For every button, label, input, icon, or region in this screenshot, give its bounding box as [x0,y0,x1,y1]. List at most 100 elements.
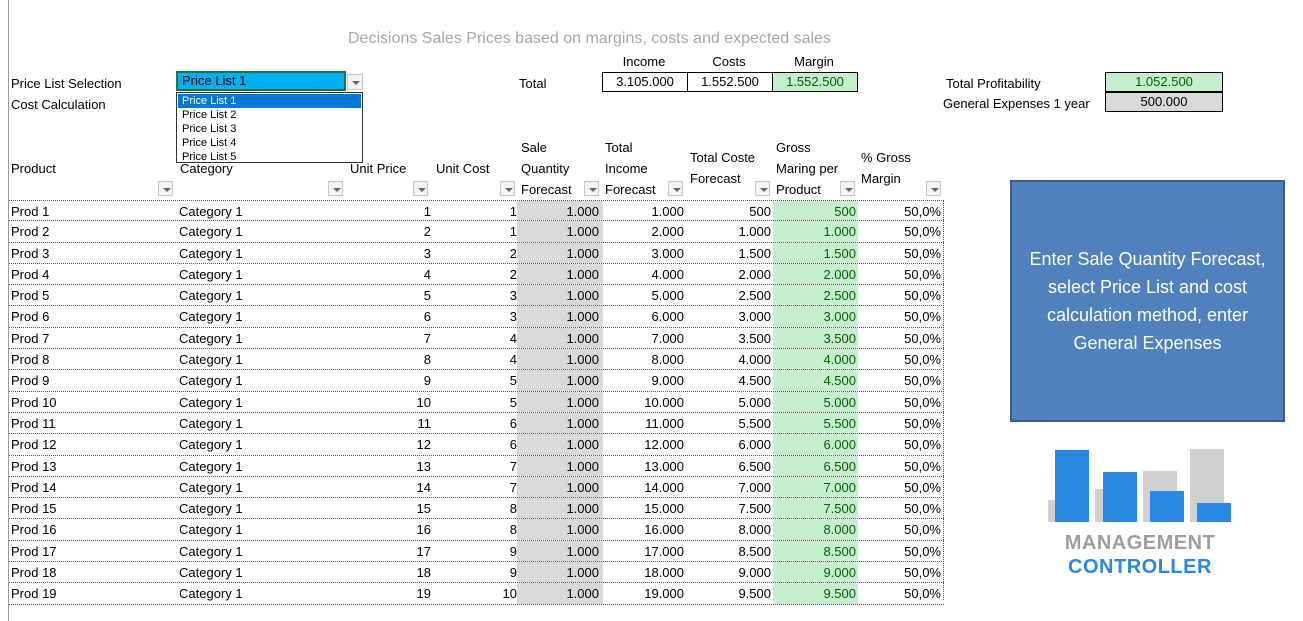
cell-pct-gross-margin[interactable]: 50,0% [858,221,943,241]
cell-pct-gross-margin[interactable]: 50,0% [858,285,943,305]
cell-total-income[interactable]: 4.000 [603,264,688,284]
cell-unit-price[interactable]: 6 [345,306,431,326]
cell-category[interactable]: Category 1 [179,201,339,220]
cell-unit-price[interactable]: 12 [345,434,431,454]
total-costs-value[interactable]: 1.552.500 [687,72,773,92]
total-profitability-value[interactable]: 1.052.500 [1105,72,1223,92]
cell-total-income[interactable]: 18.000 [603,562,688,582]
filter-unit-price-chevron-down-icon[interactable] [413,181,428,196]
cell-unit-cost[interactable]: 6 [435,413,517,433]
cell-total-cost[interactable]: 2.000 [688,264,773,284]
cell-total-income[interactable]: 11.000 [603,413,688,433]
cell-unit-price[interactable]: 18 [345,562,431,582]
cell-pct-gross-margin[interactable]: 50,0% [858,562,943,582]
cell-category[interactable]: Category 1 [179,285,339,305]
cell-unit-price[interactable]: 8 [345,349,431,369]
cell-total-cost[interactable]: 6.500 [688,456,773,476]
cell-total-cost[interactable]: 3.000 [688,306,773,326]
cell-unit-price[interactable]: 5 [345,285,431,305]
cell-gross-margin[interactable]: 4.500 [773,370,858,391]
cell-gross-margin[interactable]: 6.500 [773,455,858,476]
cell-category[interactable]: Category 1 [179,370,339,390]
cell-product[interactable]: Prod 1 [11,201,171,220]
cell-sale-quantity-input[interactable]: 1.000 [517,242,603,263]
cell-pct-gross-margin[interactable]: 50,0% [858,201,943,220]
cell-sale-quantity-input[interactable]: 1.000 [517,583,603,604]
cell-total-income[interactable]: 9.000 [603,370,688,390]
cell-product[interactable]: Prod 4 [11,264,171,284]
cell-sale-quantity-input[interactable]: 1.000 [517,221,603,242]
cell-total-cost[interactable]: 500 [688,201,773,220]
cell-pct-gross-margin[interactable]: 50,0% [858,243,943,263]
cell-gross-margin[interactable]: 1.000 [773,221,858,242]
cell-product[interactable]: Prod 2 [11,221,171,241]
cell-sale-quantity-input[interactable]: 1.000 [517,434,603,455]
cell-category[interactable]: Category 1 [179,243,339,263]
cell-category[interactable]: Category 1 [179,328,339,348]
cell-category[interactable]: Category 1 [179,392,339,412]
cell-total-income[interactable]: 16.000 [603,519,688,539]
cell-total-income[interactable]: 19.000 [603,583,688,603]
cell-pct-gross-margin[interactable]: 50,0% [858,328,943,348]
cell-pct-gross-margin[interactable]: 50,0% [858,583,943,603]
cell-unit-price[interactable]: 19 [345,583,431,603]
cell-unit-cost[interactable]: 7 [435,477,517,497]
cell-product[interactable]: Prod 17 [11,541,171,561]
cell-sale-quantity-input[interactable]: 1.000 [517,476,603,498]
cell-gross-margin[interactable]: 8.500 [773,540,858,562]
cell-sale-quantity-input[interactable]: 1.000 [517,519,603,540]
cell-pct-gross-margin[interactable]: 50,0% [858,498,943,518]
cell-total-cost[interactable]: 5.000 [688,392,773,412]
cell-gross-margin[interactable]: 9.000 [773,562,858,583]
cell-sale-quantity-input[interactable]: 1.000 [517,412,603,434]
cell-category[interactable]: Category 1 [179,541,339,561]
cell-total-cost[interactable]: 8.500 [688,541,773,561]
filter-qty-chevron-down-icon[interactable] [584,181,599,196]
cell-unit-cost[interactable]: 1 [435,201,517,220]
cell-sale-quantity-input[interactable]: 1.000 [517,540,603,562]
cell-product[interactable]: Prod 5 [11,285,171,305]
filter-unit-cost-chevron-down-icon[interactable] [500,181,515,196]
cell-unit-price[interactable]: 15 [345,498,431,518]
cell-unit-price[interactable]: 14 [345,477,431,497]
cell-product[interactable]: Prod 15 [11,498,171,518]
cell-pct-gross-margin[interactable]: 50,0% [858,434,943,454]
cell-category[interactable]: Category 1 [179,519,339,539]
cell-unit-cost[interactable]: 9 [435,541,517,561]
cell-pct-gross-margin[interactable]: 50,0% [858,456,943,476]
cell-pct-gross-margin[interactable]: 50,0% [858,541,943,561]
cell-product[interactable]: Prod 3 [11,243,171,263]
cell-sale-quantity-input[interactable]: 1.000 [517,306,603,327]
cell-pct-gross-margin[interactable]: 50,0% [858,477,943,497]
cell-gross-margin[interactable]: 2.500 [773,285,858,306]
cell-unit-cost[interactable]: 8 [435,519,517,539]
price-list-option[interactable]: Price List 2 [177,108,362,122]
cell-product[interactable]: Prod 16 [11,519,171,539]
cell-pct-gross-margin[interactable]: 50,0% [858,413,943,433]
cell-pct-gross-margin[interactable]: 50,0% [858,370,943,390]
cell-category[interactable]: Category 1 [179,221,339,241]
cell-category[interactable]: Category 1 [179,477,339,497]
filter-pct-chevron-down-icon[interactable] [926,181,941,196]
price-list-option[interactable]: Price List 1 [178,94,361,108]
cell-gross-margin[interactable]: 500 [773,201,858,221]
cell-gross-margin[interactable]: 1.500 [773,242,858,263]
cell-unit-cost[interactable]: 2 [435,243,517,263]
cell-unit-cost[interactable]: 3 [435,306,517,326]
cell-gross-margin[interactable]: 3.500 [773,327,858,349]
cell-product[interactable]: Prod 18 [11,562,171,582]
cell-unit-price[interactable]: 3 [345,243,431,263]
cell-pct-gross-margin[interactable]: 50,0% [858,264,943,284]
price-list-dropdown-arrow-icon[interactable] [347,74,363,90]
cell-category[interactable]: Category 1 [179,349,339,369]
cell-total-income[interactable]: 1.000 [603,201,688,220]
cell-total-income[interactable]: 3.000 [603,243,688,263]
cell-sale-quantity-input[interactable]: 1.000 [517,285,603,306]
cell-gross-margin[interactable]: 6.000 [773,434,858,455]
cell-total-income[interactable]: 14.000 [603,477,688,497]
cell-total-income[interactable]: 17.000 [603,541,688,561]
cell-total-income[interactable]: 6.000 [603,306,688,326]
cell-unit-price[interactable]: 9 [345,370,431,390]
cell-total-cost[interactable]: 8.000 [688,519,773,539]
cell-product[interactable]: Prod 10 [11,392,171,412]
